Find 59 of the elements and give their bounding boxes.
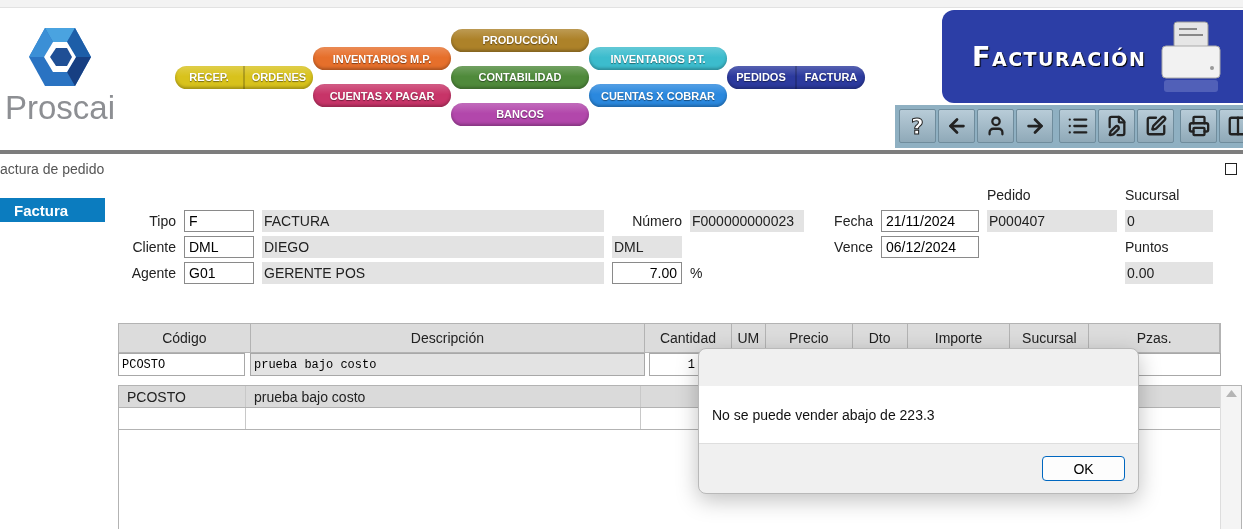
- scrollbar[interactable]: [1220, 386, 1241, 529]
- field-label: %: [690, 265, 704, 281]
- input-field[interactable]: 7.00: [612, 262, 682, 284]
- field-label: Número: [631, 213, 682, 229]
- help-icon: ?: [911, 113, 924, 139]
- edit-button[interactable]: [1137, 109, 1174, 143]
- field-label: Vence: [833, 239, 873, 255]
- back-button[interactable]: [938, 109, 975, 143]
- nav-button[interactable]: FACTURA: [795, 65, 865, 89]
- readonly-field: 0: [1125, 210, 1213, 232]
- readonly-field: P000407: [987, 210, 1117, 232]
- input-field[interactable]: DML: [184, 236, 254, 258]
- logo-text: Proscai: [4, 88, 115, 128]
- ok-button[interactable]: OK: [1042, 456, 1125, 481]
- readonly-field: GERENTE POS: [262, 262, 604, 284]
- input-field[interactable]: G01: [184, 262, 254, 284]
- input-field[interactable]: 06/12/2024: [881, 236, 979, 258]
- grid-cell: PCOSTO: [119, 386, 246, 407]
- readonly-field: DML: [612, 236, 682, 258]
- readonly-field: FACTURA: [262, 210, 604, 232]
- window-title: actura de pedido: [0, 161, 105, 177]
- sidebar-tab[interactable]: Factura: [0, 198, 105, 222]
- readonly-field: F000000000023: [690, 210, 804, 232]
- printer-icon: [1160, 19, 1223, 94]
- column-header: Descripción: [250, 324, 646, 352]
- field-label: Fecha: [833, 213, 873, 229]
- column-header: Código: [119, 324, 251, 352]
- readonly-field: 0.00: [1125, 262, 1213, 284]
- field-label: Pedido: [987, 187, 1032, 203]
- nav-button[interactable]: BANCOS: [451, 102, 589, 126]
- grid-cell: prueba bajo costo: [246, 386, 641, 407]
- field-label: Sucursal: [1125, 187, 1181, 203]
- field-label: Tipo: [148, 213, 176, 229]
- printer-icon: [1187, 115, 1210, 137]
- field-label: Cliente: [131, 239, 176, 255]
- readonly-field: DIEGO: [262, 236, 604, 258]
- edit-icon: [1144, 115, 1167, 137]
- logo-icon: [29, 28, 91, 86]
- description-field: prueba bajo costo: [250, 353, 645, 376]
- forward-button[interactable]: [1016, 109, 1053, 143]
- nav-button[interactable]: PEDIDOS: [727, 65, 795, 89]
- print-button[interactable]: [1180, 109, 1217, 143]
- document-button[interactable]: [1098, 109, 1135, 143]
- input-field[interactable]: F: [184, 210, 254, 232]
- nav-button[interactable]: CONTABILIDAD: [451, 65, 589, 89]
- field-label: Puntos: [1125, 239, 1170, 255]
- field-label: Agente: [130, 265, 176, 281]
- list-icon: [1066, 115, 1089, 137]
- dialog-message: No se puede vender abajo de 223.3: [712, 406, 935, 423]
- code-input[interactable]: PCOSTO: [118, 353, 245, 376]
- input-field[interactable]: 21/11/2024: [881, 210, 979, 232]
- search-button[interactable]: [977, 109, 1014, 143]
- banner-title: FACTURACIÓN: [972, 41, 1147, 72]
- maximize-icon[interactable]: [1225, 163, 1237, 175]
- panel-icon: [1226, 115, 1243, 137]
- nav-button[interactable]: PRODUCCIÓN: [451, 28, 589, 52]
- nav-button[interactable]: CUENTAS X COBRAR: [589, 84, 727, 107]
- nav-button[interactable]: CUENTAS X PAGAR: [313, 84, 451, 107]
- list-button[interactable]: [1059, 109, 1096, 143]
